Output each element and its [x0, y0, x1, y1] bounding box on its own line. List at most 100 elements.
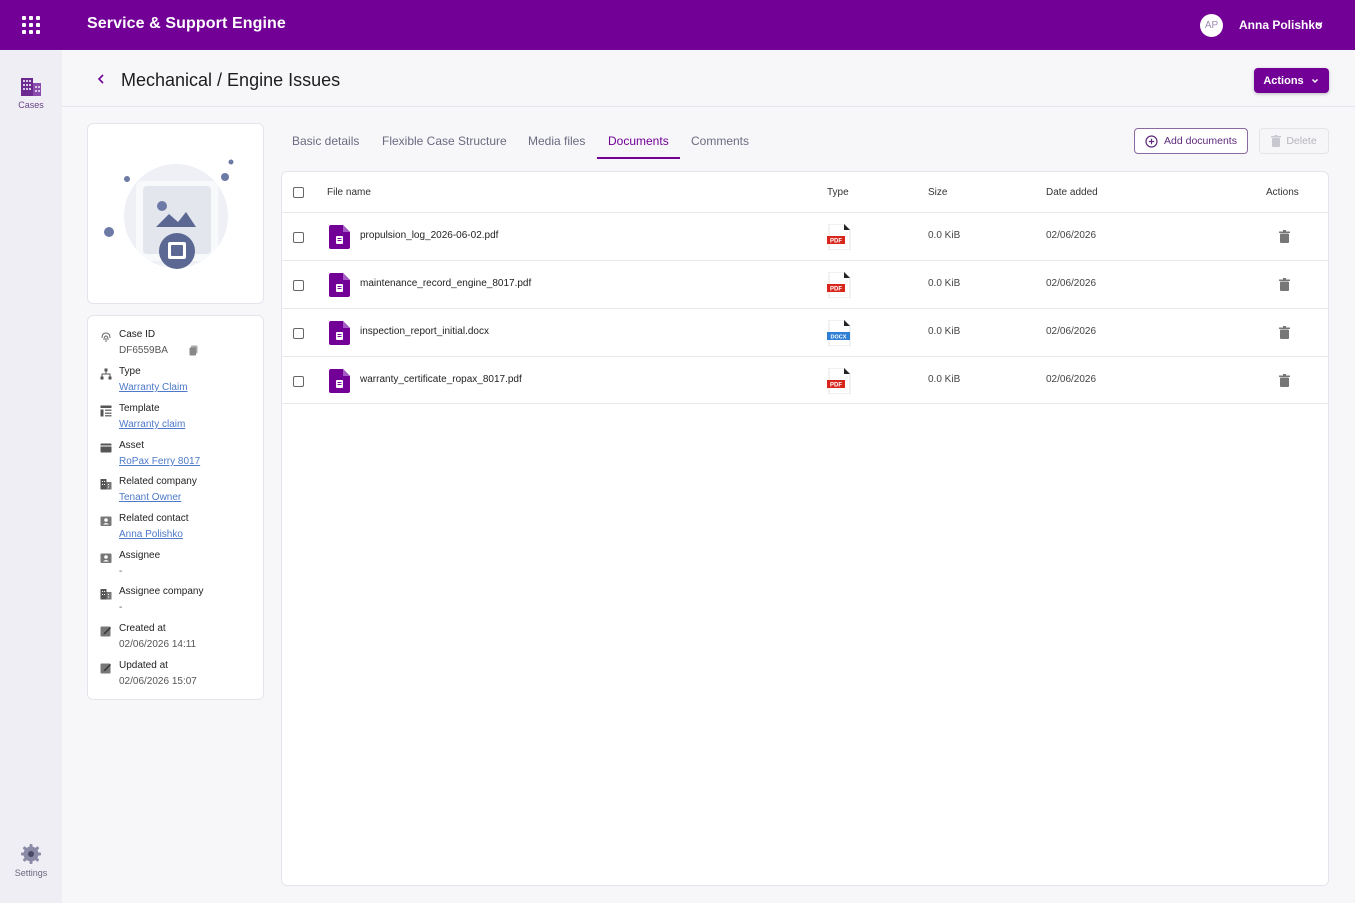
- image-placeholder-illustration: [104, 159, 234, 269]
- asset-link[interactable]: RoPax Ferry 8017: [119, 456, 200, 467]
- related-contact-label: Related contact: [119, 513, 189, 524]
- hierarchy-icon: [100, 368, 112, 380]
- trash-icon[interactable]: [1279, 230, 1290, 243]
- type-link[interactable]: Warranty Claim: [119, 382, 188, 393]
- date-added: 02/06/2026: [1046, 230, 1097, 241]
- assignee-company-label: Assignee company: [119, 586, 204, 597]
- tab-documents[interactable]: Documents: [597, 124, 680, 159]
- user-avatar[interactable]: AP: [1200, 14, 1223, 37]
- file-type-text: DOCX: [831, 335, 847, 341]
- add-documents-label: Add documents: [1164, 135, 1237, 147]
- template-link[interactable]: Warranty claim: [119, 419, 185, 430]
- related-company-label: Related company: [119, 476, 197, 487]
- left-nav: Cases Settings: [0, 50, 62, 903]
- template-icon: [100, 405, 112, 417]
- app-title: Service & Support Engine: [87, 15, 286, 32]
- delete-label: Delete: [1286, 135, 1317, 147]
- page-header: Mechanical / Engine Issues Actions: [62, 50, 1355, 107]
- chevron-down-icon: [1311, 78, 1318, 83]
- page-title: Mechanical / Engine Issues: [121, 70, 341, 90]
- file-name[interactable]: maintenance_record_engine_8017.pdf: [360, 278, 531, 289]
- trash-icon[interactable]: [1279, 374, 1290, 387]
- apps-grid-icon[interactable]: [22, 16, 40, 34]
- actions-button-label: Actions: [1263, 74, 1304, 87]
- company-icon: [100, 589, 112, 600]
- file-name[interactable]: inspection_report_initial.docx: [360, 326, 489, 337]
- pdf-file-icon: PDF: [827, 272, 851, 298]
- file-size: 0.0 KiB: [928, 278, 961, 289]
- actions-button[interactable]: Actions: [1254, 68, 1329, 93]
- documents-table: File name Type Size Date added Actions p…: [281, 171, 1329, 886]
- asset-icon: [100, 443, 112, 453]
- file-type-text: PDF: [830, 287, 842, 293]
- header-actions: Actions: [1266, 187, 1299, 198]
- row-checkbox[interactable]: [293, 232, 304, 243]
- type-label: Type: [119, 366, 141, 377]
- related-company-link[interactable]: Tenant Owner: [119, 492, 181, 503]
- chevron-down-icon[interactable]: [1313, 18, 1325, 30]
- updated-at-label: Updated at: [119, 660, 168, 671]
- back-arrow-icon[interactable]: [94, 72, 108, 86]
- table-row[interactable]: inspection_report_initial.docx DOCX 0.0 …: [282, 308, 1328, 356]
- tab-basic-details[interactable]: Basic details: [292, 124, 359, 159]
- document-file-icon: [329, 273, 350, 297]
- created-at-value: 02/06/2026 14:11: [119, 639, 197, 650]
- pdf-file-icon: PDF: [827, 224, 851, 250]
- date-added: 02/06/2026: [1046, 374, 1097, 385]
- add-documents-button[interactable]: Add documents: [1134, 128, 1248, 154]
- header-file-name[interactable]: File name: [327, 187, 371, 198]
- plus-circle-icon: [1145, 134, 1158, 148]
- header-size[interactable]: Size: [928, 187, 947, 198]
- nav-settings[interactable]: Settings: [0, 843, 62, 878]
- edit-icon: [100, 626, 111, 637]
- case-id-label: Case ID: [119, 329, 156, 340]
- related-contact-link[interactable]: Anna Polishko: [119, 529, 183, 540]
- file-type-text: PDF: [830, 383, 842, 389]
- contact-icon: [100, 516, 112, 526]
- case-id-value: DF6559BA: [119, 345, 168, 356]
- row-checkbox[interactable]: [293, 328, 304, 339]
- template-label: Template: [119, 403, 160, 414]
- table-row[interactable]: propulsion_log_2026-06-02.pdf PDF 0.0 Ki…: [282, 212, 1328, 260]
- header-date-added[interactable]: Date added: [1046, 187, 1098, 198]
- file-size: 0.0 KiB: [928, 230, 961, 241]
- delete-button[interactable]: Delete: [1259, 128, 1329, 154]
- assignee-icon: [100, 553, 112, 563]
- tab-comments[interactable]: Comments: [691, 124, 749, 159]
- copy-icon[interactable]: [189, 345, 198, 356]
- nav-cases-label: Cases: [18, 100, 44, 110]
- row-checkbox[interactable]: [293, 280, 304, 291]
- company-icon: [100, 479, 112, 490]
- tab-flexible-case-structure[interactable]: Flexible Case Structure: [382, 124, 507, 159]
- assignee-value: -: [119, 566, 123, 577]
- table-row[interactable]: maintenance_record_engine_8017.pdf PDF 0…: [282, 260, 1328, 308]
- date-added: 02/06/2026: [1046, 326, 1097, 337]
- file-type-text: PDF: [830, 239, 842, 245]
- top-bar: Service & Support Engine AP Anna Polishk…: [0, 0, 1355, 50]
- header-type[interactable]: Type: [827, 187, 849, 198]
- docx-file-icon: DOCX: [827, 320, 851, 346]
- gear-icon: [21, 844, 41, 864]
- file-name[interactable]: warranty_certificate_ropax_8017.pdf: [360, 374, 522, 385]
- edit-icon: [100, 663, 111, 674]
- trash-icon[interactable]: [1279, 278, 1290, 291]
- case-image-card: [87, 123, 264, 304]
- file-size: 0.0 KiB: [928, 326, 961, 337]
- updated-at-value: 02/06/2026 15:07: [119, 676, 197, 687]
- table-row[interactable]: warranty_certificate_ropax_8017.pdf PDF …: [282, 356, 1328, 404]
- document-file-icon: [329, 321, 350, 345]
- document-file-icon: [329, 369, 350, 393]
- asset-label: Asset: [119, 440, 145, 451]
- trash-icon[interactable]: [1279, 326, 1290, 339]
- fingerprint-icon: [101, 332, 111, 342]
- tab-media-files[interactable]: Media files: [528, 124, 585, 159]
- building-icon: [21, 78, 41, 96]
- select-all-checkbox[interactable]: [293, 187, 304, 198]
- row-checkbox[interactable]: [293, 376, 304, 387]
- file-size: 0.0 KiB: [928, 374, 961, 385]
- pdf-file-icon: PDF: [827, 368, 851, 394]
- user-name[interactable]: Anna Polishko: [1239, 18, 1322, 32]
- nav-cases[interactable]: Cases: [0, 77, 62, 110]
- nav-settings-label: Settings: [14, 868, 48, 878]
- file-name[interactable]: propulsion_log_2026-06-02.pdf: [360, 230, 498, 241]
